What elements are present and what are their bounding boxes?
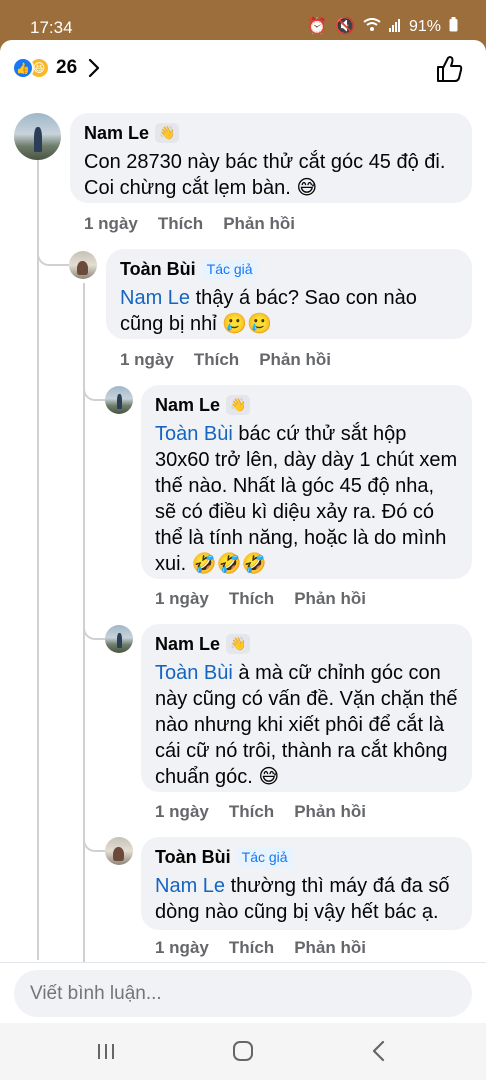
status-time: 17:34 — [30, 18, 73, 37]
comment-text: Toàn Bùi bác cứ thử sắt hộp 30x60 trở lê… — [155, 423, 458, 575]
comment-actions: 1 ngày Thích Phản hồi — [120, 350, 331, 370]
avatar[interactable] — [105, 386, 133, 414]
mention-link[interactable]: Toàn Bùi — [155, 423, 233, 445]
author-badge: Tác giả — [236, 847, 293, 867]
compose-bar — [0, 962, 486, 1023]
comment-text: Con 28730 này bác thử cắt góc 45 độ đi. … — [84, 151, 446, 199]
comment-actions: 1 ngày Thích Phản hồi — [155, 802, 366, 822]
like-button[interactable]: Thích — [158, 214, 203, 234]
mute-icon: 🔇 — [335, 17, 355, 35]
chevron-right-icon — [89, 58, 100, 78]
mention-link[interactable]: Nam Le — [120, 287, 190, 309]
reply-button[interactable]: Phản hồi — [294, 802, 366, 822]
avatar[interactable] — [105, 625, 133, 653]
comment-author[interactable]: Nam Le — [84, 123, 149, 144]
comment-author[interactable]: Toàn Bùi — [120, 259, 196, 280]
like-button[interactable]: Thích — [229, 802, 274, 822]
avatar[interactable] — [105, 837, 133, 865]
comment-bubble[interactable]: Nam Le 👋 Toàn Bùi à mà cữ chỉnh góc con … — [141, 624, 472, 792]
avatar[interactable] — [14, 113, 61, 160]
comment-time: 1 ngày — [155, 938, 209, 957]
like-reaction-icon: 👍 — [12, 57, 34, 79]
thread-line — [37, 160, 39, 960]
reply-button[interactable]: Phản hồi — [259, 350, 331, 370]
thread-connector — [83, 826, 105, 852]
wave-icon: 👋 — [155, 123, 180, 143]
comment-bubble[interactable]: Toàn Bùi Tác giả Nam Le thường thì máy đ… — [141, 837, 472, 930]
thread-connector — [83, 614, 105, 640]
mention-link[interactable]: Toàn Bùi — [155, 662, 233, 684]
comment-bubble[interactable]: Nam Le 👋 Con 28730 này bác thử cắt góc 4… — [70, 113, 472, 203]
like-button[interactable]: Thích — [229, 938, 274, 958]
battery-label: 91% — [408, 17, 441, 35]
wave-icon: 👋 — [226, 395, 251, 415]
thread-connector — [37, 240, 69, 266]
status-icons: ⏰ 🔇 91% — [307, 17, 458, 36]
back-icon[interactable] — [364, 1038, 394, 1064]
home-icon[interactable] — [228, 1038, 258, 1064]
comment-actions: 1 ngày Thích Phản hồi — [155, 938, 366, 958]
like-post-button[interactable] — [434, 54, 464, 84]
comment-bubble[interactable]: Toàn Bùi Tác giả Nam Le thậy á bác? Sao … — [106, 249, 472, 339]
comment-time: 1 ngày — [155, 589, 209, 608]
author-badge: Tác giả — [201, 259, 258, 279]
comment-time: 1 ngày — [84, 214, 138, 233]
comment-text: Nam Le thậy á bác? Sao con nào cũng bị n… — [120, 287, 417, 335]
reply-button[interactable]: Phản hồi — [223, 214, 295, 234]
comment-text: Toàn Bùi à mà cữ chỉnh góc con này cũng … — [155, 662, 458, 788]
wave-icon: 👋 — [226, 634, 251, 654]
reply-button[interactable]: Phản hồi — [294, 589, 366, 609]
battery-icon — [449, 17, 458, 36]
reply-button[interactable]: Phản hồi — [294, 938, 366, 958]
signal-icon — [388, 18, 401, 36]
comment-text: Nam Le thường thì máy đá đa số dòng nào … — [155, 875, 450, 923]
comment-author[interactable]: Toàn Bùi — [155, 847, 231, 868]
wifi-icon — [363, 17, 381, 36]
reaction-count: 26 — [56, 57, 78, 78]
comment-author[interactable]: Nam Le — [155, 395, 220, 416]
reactions-summary[interactable]: 👍 😆 26 — [12, 56, 101, 80]
system-nav-bar — [0, 1023, 486, 1080]
mention-link[interactable]: Nam Le — [155, 875, 225, 897]
thread-connector — [83, 375, 105, 401]
comments-sheet: 👍 😆 26 Nam Le 👋 Con 28730 này bác thử cắ… — [0, 40, 486, 1023]
alarm-icon: ⏰ — [307, 17, 328, 35]
comment-actions: 1 ngày Thích Phản hồi — [84, 214, 295, 234]
comment-actions: 1 ngày Thích Phản hồi — [155, 589, 366, 609]
avatar[interactable] — [69, 251, 97, 279]
status-bar: 17:34 ⏰ 🔇 91% — [0, 0, 486, 40]
recent-apps-icon[interactable] — [91, 1038, 121, 1064]
comment-input[interactable] — [14, 970, 472, 1017]
comment-author[interactable]: Nam Le — [155, 634, 220, 655]
comment-time: 1 ngày — [120, 350, 174, 369]
like-button[interactable]: Thích — [194, 350, 239, 370]
comment-bubble[interactable]: Nam Le 👋 Toàn Bùi bác cứ thử sắt hộp 30x… — [141, 385, 472, 579]
like-button[interactable]: Thích — [229, 589, 274, 609]
comment-time: 1 ngày — [155, 802, 209, 821]
